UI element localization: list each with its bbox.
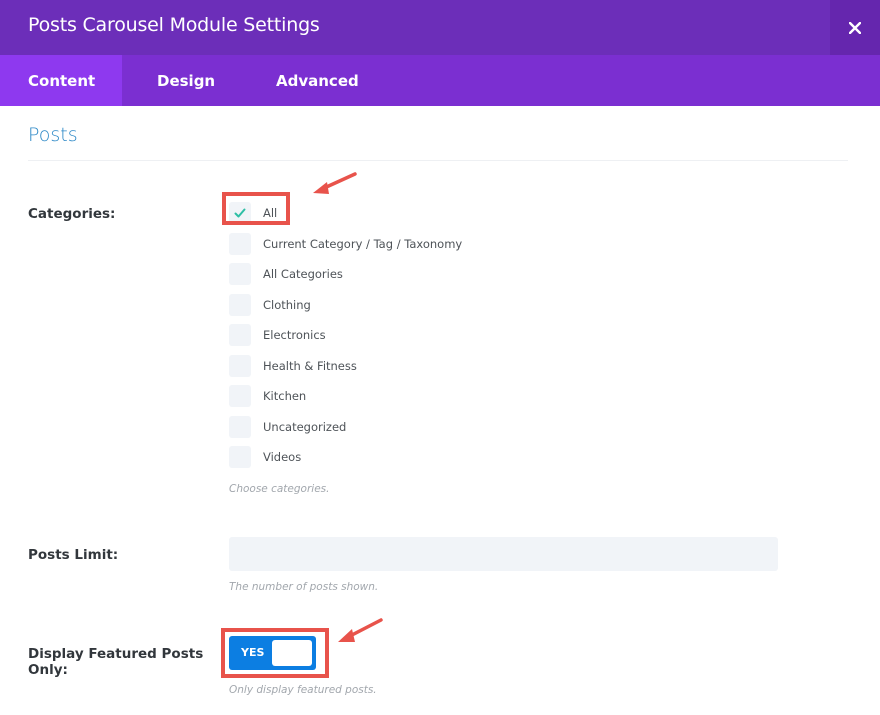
modal-header: Posts Carousel Module Settings xyxy=(0,0,880,55)
categories-list: All Current Category / Tag / Taxonomy Al… xyxy=(229,198,462,473)
checkbox[interactable] xyxy=(229,263,251,286)
section-divider xyxy=(28,160,848,161)
tab-design[interactable]: Design xyxy=(122,55,242,106)
section-title-posts[interactable]: Posts xyxy=(28,124,78,146)
checkbox[interactable] xyxy=(229,446,251,469)
checkbox[interactable] xyxy=(229,293,251,316)
category-option[interactable]: Health & Fitness xyxy=(229,351,462,382)
modal-title: Posts Carousel Module Settings xyxy=(28,14,320,36)
categories-label: Categories: xyxy=(28,206,116,222)
featured-posts-label-line2: Only: xyxy=(28,662,68,678)
checkbox[interactable] xyxy=(229,415,251,438)
close-button[interactable] xyxy=(830,0,880,55)
category-label: Current Category / Tag / Taxonomy xyxy=(263,236,463,251)
featured-posts-help: Only display featured posts. xyxy=(229,684,377,696)
category-label: All Categories xyxy=(263,267,343,282)
category-option[interactable]: Videos xyxy=(229,442,462,473)
category-option[interactable]: All Categories xyxy=(229,259,462,290)
tab-content[interactable]: Content xyxy=(0,55,122,106)
category-label: Kitchen xyxy=(263,389,307,404)
posts-limit-label: Posts Limit: xyxy=(28,547,119,563)
category-option[interactable]: Electronics xyxy=(229,320,462,351)
category-label: Electronics xyxy=(263,328,326,343)
category-option[interactable]: Kitchen xyxy=(229,381,462,412)
checkbox[interactable] xyxy=(229,385,251,408)
category-label: Videos xyxy=(263,450,302,465)
annotation-arrow-icon xyxy=(313,172,357,194)
annotation-highlight-box xyxy=(221,628,329,678)
category-label: Health & Fitness xyxy=(263,358,357,373)
category-option[interactable]: Clothing xyxy=(229,290,462,321)
categories-help: Choose categories. xyxy=(229,483,330,495)
checkbox[interactable] xyxy=(229,324,251,347)
close-icon xyxy=(849,21,861,34)
annotation-arrow-icon xyxy=(338,618,383,642)
featured-posts-label: Display Featured Posts Only: xyxy=(28,646,203,678)
category-label: Clothing xyxy=(263,297,311,312)
checkbox[interactable] xyxy=(229,354,251,377)
tab-advanced[interactable]: Advanced xyxy=(242,55,359,106)
category-option[interactable]: Uncategorized xyxy=(229,412,462,443)
tab-bar: Content Design Advanced xyxy=(0,55,880,106)
checkbox[interactable] xyxy=(229,232,251,255)
category-option[interactable]: Current Category / Tag / Taxonomy xyxy=(229,229,462,260)
annotation-highlight-box xyxy=(222,192,290,225)
posts-limit-help: The number of posts shown. xyxy=(229,581,379,593)
posts-limit-input[interactable] xyxy=(229,537,778,571)
category-label: Uncategorized xyxy=(263,419,347,434)
featured-posts-label-line1: Display Featured Posts xyxy=(28,646,204,662)
